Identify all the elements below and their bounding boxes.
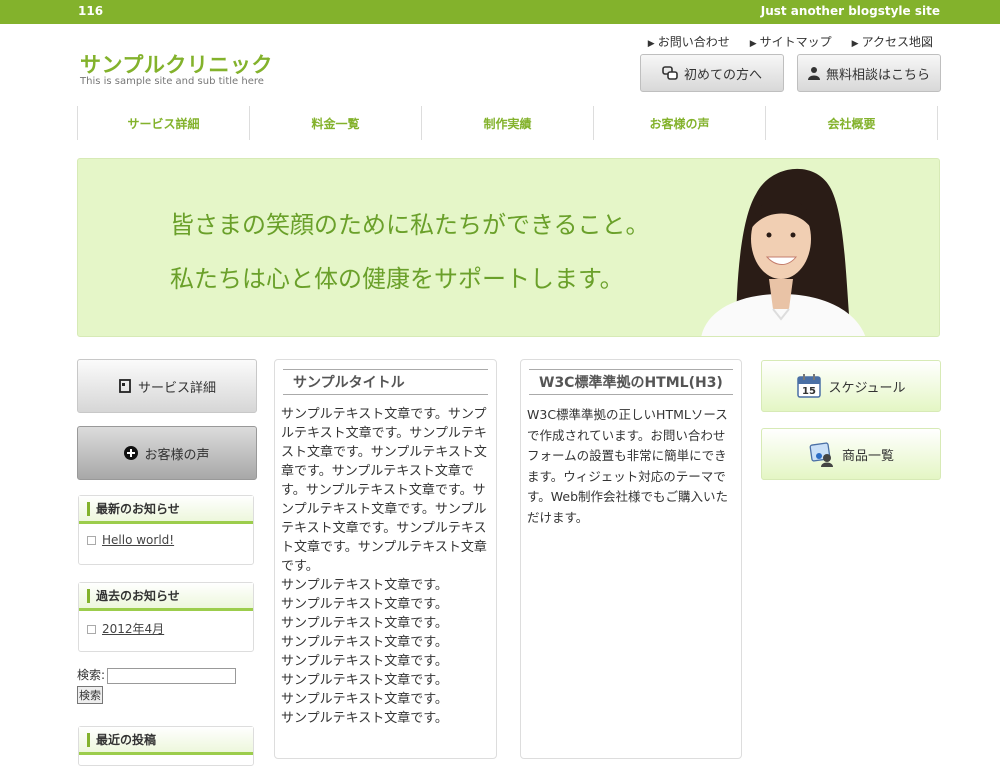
products-label: 商品一覧 bbox=[841, 448, 894, 464]
calendar-icon: 15 bbox=[797, 374, 822, 398]
search-button[interactable]: 検索 bbox=[77, 685, 103, 704]
w3c-title: W3C標準準拠のHTML(H3) bbox=[529, 369, 733, 395]
sample-text-paragraph: サンプルテキスト文章です。サンプルテキスト文章です。サンプルテキスト文章です。サ… bbox=[281, 407, 487, 574]
products-button[interactable]: 商品一覧 bbox=[761, 428, 941, 480]
document-icon bbox=[119, 379, 131, 393]
site-subtitle: This is sample site and sub title here bbox=[80, 76, 264, 87]
sitemap-link-label: サイトマップ bbox=[759, 35, 832, 49]
first-visit-label: 初めての方へ bbox=[683, 67, 762, 83]
sample-text-line: サンプルテキスト文章です。 bbox=[281, 635, 448, 650]
chat-bubbles-icon bbox=[662, 66, 678, 80]
access-map-link-label: アクセス地図 bbox=[861, 35, 933, 49]
w3c-content-column: W3C標準準拠のHTML(H3) W3C標準準拠の正しいHTMLソースで作成され… bbox=[520, 359, 742, 759]
smiling-woman-photo bbox=[701, 168, 866, 336]
sample-text: サンプルテキスト文章です。サンプルテキスト文章です。サンプルテキスト文章です。サ… bbox=[281, 405, 490, 728]
sample-text-line: サンプルテキスト文章です。 bbox=[281, 711, 448, 726]
triangle-right-icon: ▶ bbox=[749, 39, 757, 49]
contact-link[interactable]: ▶ お問い合わせ bbox=[648, 33, 730, 50]
hello-world-link[interactable]: Hello world! bbox=[102, 533, 174, 547]
schedule-button[interactable]: 15 スケジュール bbox=[761, 360, 941, 412]
side-voice-label: お客様の声 bbox=[144, 447, 210, 463]
widget-header: 最近の投稿 bbox=[79, 727, 253, 755]
recent-posts-title: 最近の投稿 bbox=[96, 733, 157, 747]
latest-news-widget: 最新のお知らせ Hello world! bbox=[78, 495, 254, 565]
sitemap-link[interactable]: ▶ サイトマップ bbox=[750, 33, 832, 50]
nav-item-voice[interactable]: お客様の声 bbox=[594, 106, 766, 140]
side-voice-button[interactable]: お客様の声 bbox=[77, 426, 257, 480]
header-bar-icon bbox=[87, 501, 90, 516]
search-label: 検索: bbox=[77, 668, 106, 682]
widget-header: 過去のお知らせ bbox=[79, 583, 253, 611]
nav-item-service[interactable]: サービス詳細 bbox=[78, 106, 250, 140]
header-bar-icon bbox=[87, 732, 90, 747]
widget-header: 最新のお知らせ bbox=[79, 496, 253, 524]
side-service-button[interactable]: サービス詳細 bbox=[77, 359, 257, 413]
archive-widget: 過去のお知らせ 2012年4月 bbox=[78, 582, 254, 652]
site-tagline: Just another blogstyle site bbox=[760, 4, 940, 18]
global-nav: サービス詳細 料金一覧 制作実績 お客様の声 会社概要 bbox=[77, 106, 938, 140]
top-bar-left-text: 116 bbox=[78, 4, 104, 18]
site-logo-title[interactable]: サンプルクリニック bbox=[80, 49, 273, 79]
sample-text-line: サンプルテキスト文章です。 bbox=[281, 673, 448, 688]
utility-links: ▶ お問い合わせ ▶ サイトマップ ▶ アクセス地図 bbox=[648, 33, 933, 50]
free-consult-label: 無料相談はこちら bbox=[825, 67, 930, 83]
triangle-right-icon: ▶ bbox=[851, 39, 859, 49]
first-visit-button[interactable]: 初めての方へ bbox=[640, 54, 784, 92]
nav-item-pricing[interactable]: 料金一覧 bbox=[250, 106, 422, 140]
archive-2012-04-link[interactable]: 2012年4月 bbox=[102, 622, 164, 636]
contact-link-label: お問い合わせ bbox=[657, 35, 730, 49]
access-map-link[interactable]: ▶ アクセス地図 bbox=[852, 33, 933, 50]
svg-text:15: 15 bbox=[802, 386, 816, 397]
sample-text-line: サンプルテキスト文章です。 bbox=[281, 692, 448, 707]
triangle-right-icon: ▶ bbox=[647, 39, 655, 49]
hero-banner: 皆さまの笑顔のために私たちができること。 私たちは心と体の健康をサポートします。 bbox=[77, 158, 940, 337]
nav-item-company[interactable]: 会社概要 bbox=[766, 106, 938, 140]
schedule-label: スケジュール bbox=[828, 380, 906, 396]
latest-news-title: 最新のお知らせ bbox=[96, 502, 180, 516]
catalog-people-icon bbox=[809, 442, 833, 467]
widget-body: 2012年4月 bbox=[79, 611, 253, 646]
search-form: 検索: 検索 bbox=[77, 666, 237, 704]
sample-text-line: サンプルテキスト文章です。 bbox=[281, 597, 448, 612]
side-service-label: サービス詳細 bbox=[137, 380, 216, 396]
sample-text-line: サンプルテキスト文章です。 bbox=[281, 616, 448, 631]
sample-text-line: サンプルテキスト文章です。 bbox=[281, 654, 448, 669]
person-icon bbox=[807, 67, 820, 80]
bullet-icon bbox=[87, 536, 96, 545]
hero-headline-1: 皆さまの笑顔のために私たちができること。 bbox=[170, 211, 650, 239]
header-bar-icon bbox=[87, 588, 90, 603]
widget-body: Hello world! bbox=[79, 524, 253, 556]
bullet-icon bbox=[87, 625, 96, 634]
hero-headline-2: 私たちは心と体の健康をサポートします。 bbox=[170, 265, 624, 293]
nav-item-works[interactable]: 制作実績 bbox=[422, 106, 594, 140]
plus-circle-icon bbox=[124, 446, 139, 460]
sample-title: サンプルタイトル bbox=[283, 369, 488, 395]
sample-text-line: サンプルテキスト文章です。 bbox=[281, 578, 448, 593]
recent-posts-widget: 最近の投稿 bbox=[78, 726, 254, 766]
top-bar: 116 Just another blogstyle site bbox=[0, 0, 1000, 24]
free-consult-button[interactable]: 無料相談はこちら bbox=[797, 54, 941, 92]
search-input[interactable] bbox=[107, 667, 237, 684]
archive-title: 過去のお知らせ bbox=[96, 589, 180, 603]
sample-content-column: サンプルタイトル サンプルテキスト文章です。サンプルテキスト文章です。サンプルテ… bbox=[274, 359, 497, 759]
w3c-text: W3C標準準拠の正しいHTMLソースで作成されています。お問い合わせフォームの設… bbox=[527, 407, 729, 525]
